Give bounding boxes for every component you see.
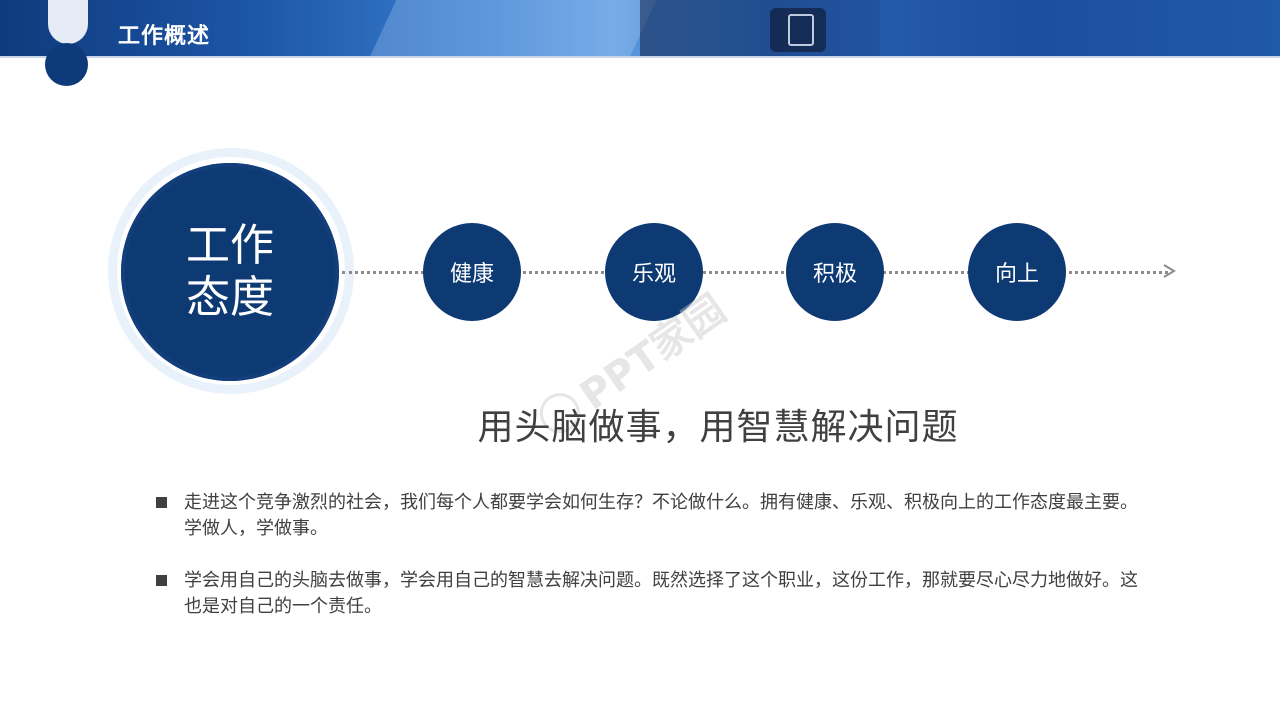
step-label: 健康	[449, 262, 494, 287]
arrow-right-icon	[1163, 264, 1176, 278]
header-image-shadow	[640, 0, 880, 58]
main-circle-text-wrap: 工作态度	[121, 163, 339, 381]
bullet-item: 走进这个竞争激烈的社会，我们每个人都要学会如何生存？不论做什么。拥有健康、乐观、…	[154, 490, 1154, 542]
header-image-highlight	[354, 0, 666, 58]
bullet-square-icon	[156, 497, 167, 508]
decor-dot	[45, 43, 88, 86]
headline: 用头脑做事，用智慧解决问题	[477, 407, 959, 448]
bullet-square-icon	[156, 575, 167, 586]
bullet-text: 学会用自己的头脑去做事，学会用自己的智慧去解决问题。既然选择了这个职业，这份工作…	[184, 570, 1138, 617]
bullet-item: 学会用自己的头脑去做事，学会用自己的智慧去解决问题。既然选择了这个职业，这份工作…	[154, 568, 1154, 620]
step-label: 积极	[812, 262, 857, 287]
header-underline	[0, 56, 1280, 58]
decor-pill	[48, 0, 88, 44]
step-label: 向上	[994, 262, 1039, 287]
step-positive: 积极	[786, 223, 884, 321]
step-health: 健康	[423, 223, 521, 321]
step-upward: 向上	[968, 223, 1066, 321]
section-title: 工作概述	[118, 24, 211, 49]
bullet-list: 走进这个竞争激烈的社会，我们每个人都要学会如何生存？不论做什么。拥有健康、乐观、…	[154, 490, 1154, 646]
bullet-text: 走进这个竞争激烈的社会，我们每个人都要学会如何生存？不论做什么。拥有健康、乐观、…	[184, 492, 1138, 539]
camera-image	[770, 8, 826, 52]
main-circle-label: 工作态度	[186, 220, 274, 323]
